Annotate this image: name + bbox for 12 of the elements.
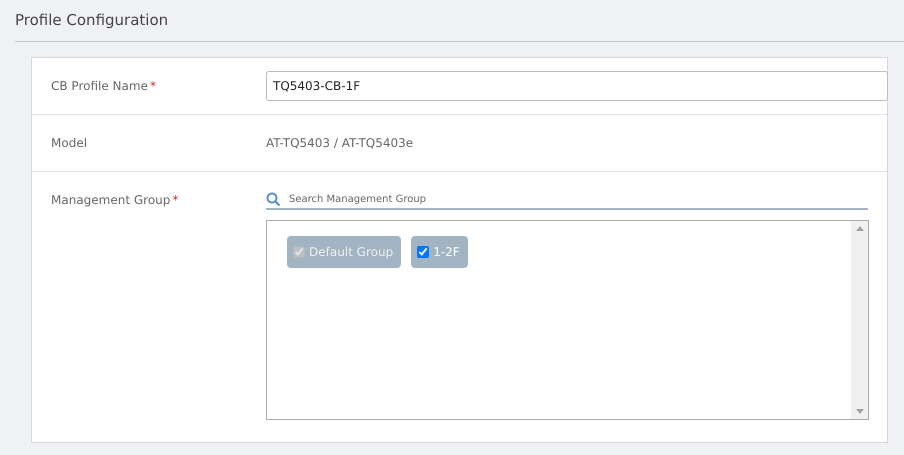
field-label: Management Group * <box>51 192 180 207</box>
scroll-up-icon[interactable] <box>856 226 864 231</box>
page-title: Profile Configuration <box>15 10 170 31</box>
scrollbar[interactable] <box>851 221 868 419</box>
profile-name-field[interactable]: TQ5403-CB-1F <box>266 71 888 101</box>
scroll-down-icon[interactable] <box>856 409 864 414</box>
field-label: Model <box>51 136 88 150</box>
group-option[interactable]: 1-2F <box>411 236 468 268</box>
group-checkbox[interactable] <box>417 246 430 258</box>
model-value: AT-TQ5403 / AT-TQ5403e <box>266 136 414 150</box>
search-icon <box>266 192 281 206</box>
field-label: CB Profile Name * <box>51 79 157 93</box>
